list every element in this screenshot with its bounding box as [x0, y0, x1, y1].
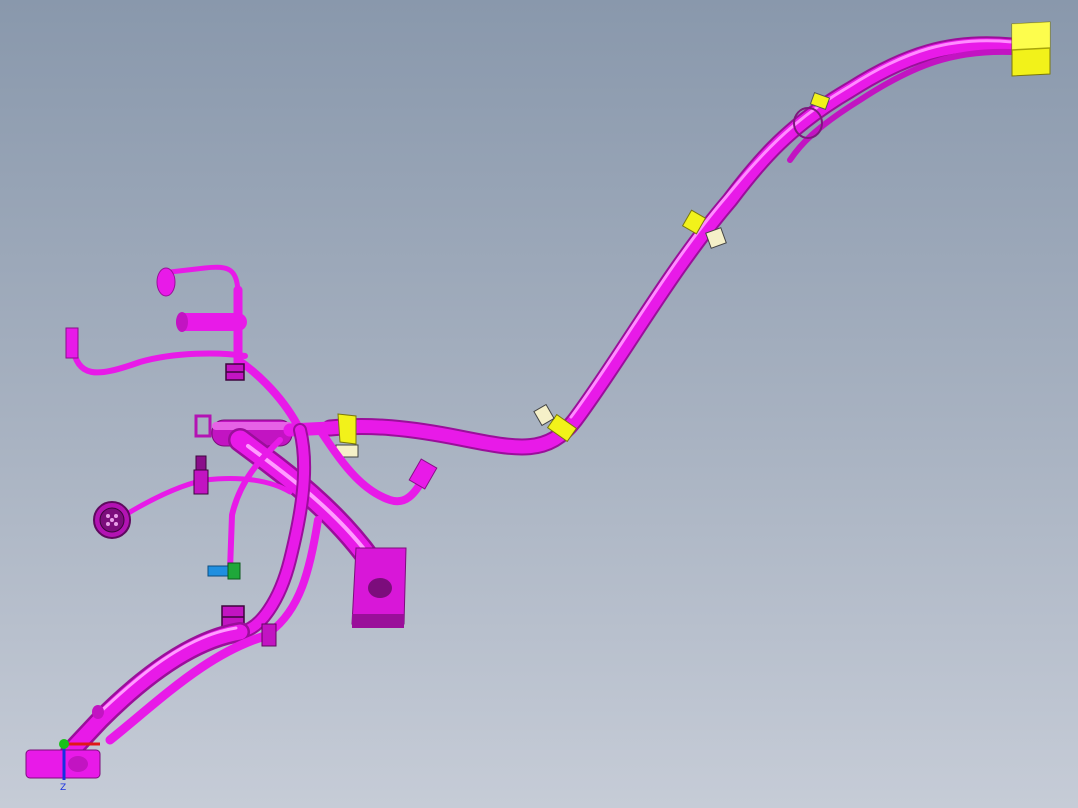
end-connector[interactable] — [1011, 21, 1051, 77]
bracket-connector[interactable] — [65, 327, 79, 359]
branch-end[interactable] — [156, 267, 176, 297]
grommet[interactable] — [193, 455, 209, 495]
clip[interactable] — [335, 413, 359, 458]
round-connector[interactable] — [93, 501, 131, 539]
mounting-block[interactable] — [351, 547, 407, 628]
triad-label-z: Z — [60, 783, 66, 793]
main-trunk-highlight — [569, 39, 1014, 419]
main-trunk-body — [323, 38, 1019, 454]
harness-model[interactable]: Z — [0, 0, 1078, 808]
main-trunk[interactable] — [321, 36, 1021, 456]
lower-bundle[interactable] — [60, 622, 277, 762]
y-axis — [59, 739, 69, 749]
cad-viewport[interactable]: Z — [0, 0, 1078, 808]
ground-bolt[interactable] — [207, 562, 241, 580]
main-trunk-shadow — [321, 36, 1021, 456]
grommet[interactable] — [225, 363, 245, 381]
